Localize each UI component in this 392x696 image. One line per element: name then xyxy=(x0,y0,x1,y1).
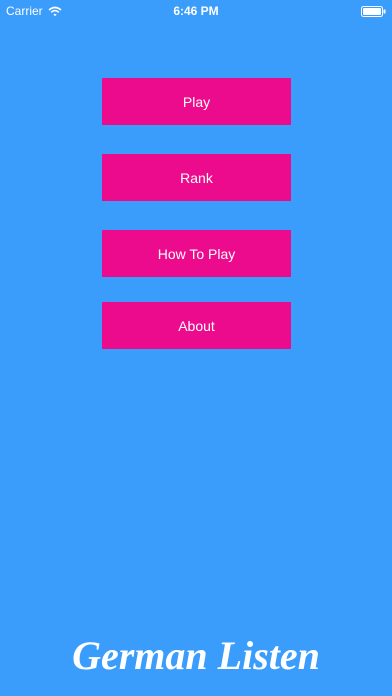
app-title: German Listen xyxy=(72,633,320,678)
how-to-play-button[interactable]: How To Play xyxy=(102,230,291,277)
battery-icon xyxy=(361,6,386,17)
rank-button[interactable]: Rank xyxy=(102,154,291,201)
status-time: 6:46 PM xyxy=(173,4,219,18)
play-button[interactable]: Play xyxy=(102,78,291,125)
about-button[interactable]: About xyxy=(102,302,291,349)
status-bar: Carrier 6:46 PM xyxy=(0,0,392,22)
